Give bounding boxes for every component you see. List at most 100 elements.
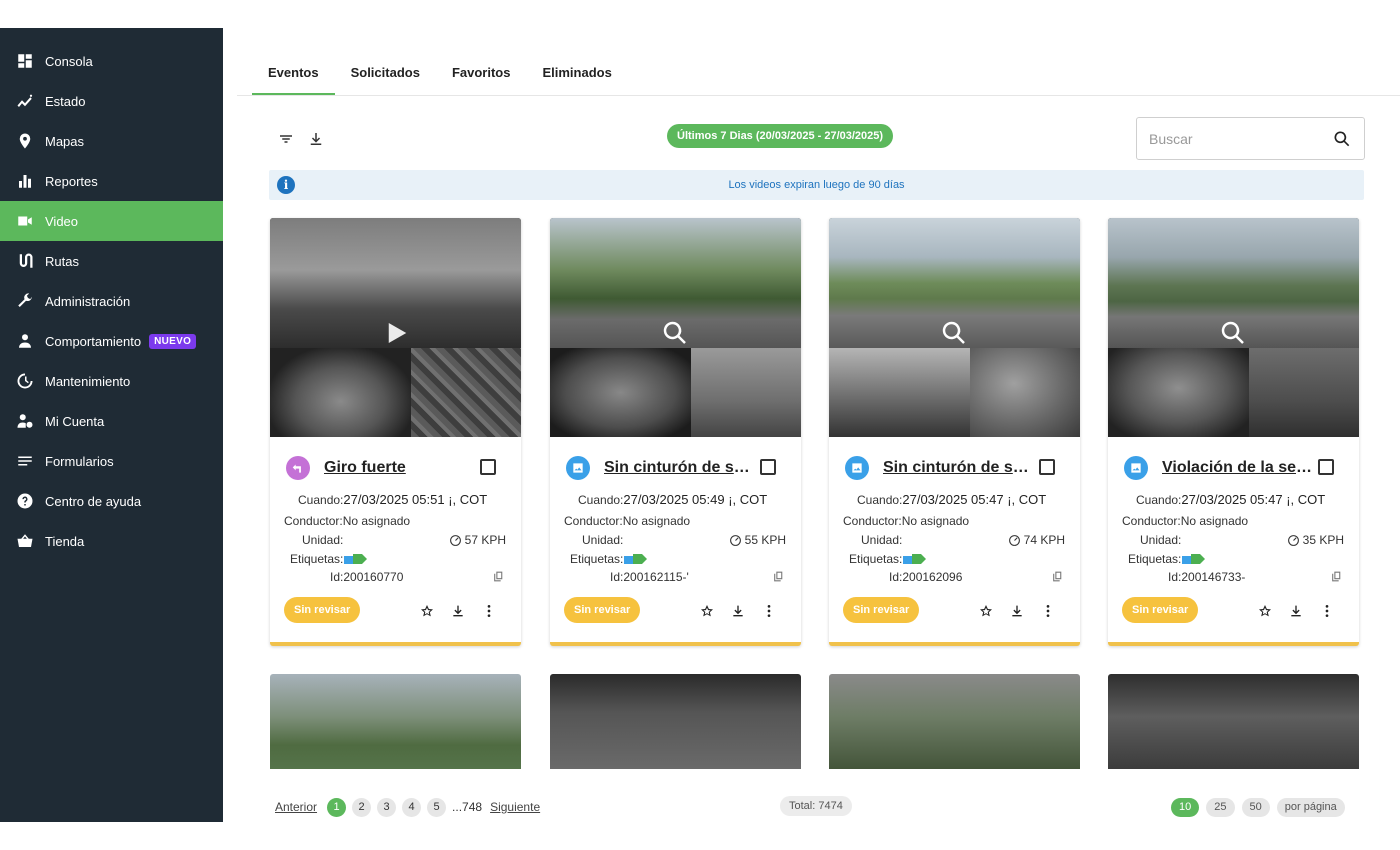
page-button[interactable]: 4 (402, 797, 422, 817)
sidebar-item-administracion[interactable]: Administración (0, 281, 223, 321)
tab-favoritos[interactable]: Favoritos (436, 57, 527, 95)
event-card[interactable]: Sin cinturón de seg... Cuando:27/03/2025… (550, 218, 801, 646)
id-value: 200162115-' (623, 570, 689, 584)
when-value: 27/03/2025 05:51 ¡, COT (343, 492, 488, 507)
status-badge[interactable]: Sin revisar (564, 597, 641, 623)
sidebar-item-centro-de-ayuda[interactable]: Centro de ayuda (0, 481, 223, 521)
sidebar-item-tienda[interactable]: Tienda (0, 521, 223, 561)
copy-icon[interactable] (1330, 570, 1344, 584)
event-card[interactable]: Sin cinturón de seg... Cuando:27/03/2025… (829, 218, 1080, 646)
copy-icon[interactable] (1051, 570, 1065, 584)
zoom-icon[interactable] (1218, 318, 1248, 348)
search-box (1136, 117, 1365, 160)
event-thumbnail[interactable] (1108, 218, 1359, 437)
sidebar-item-label: Estado (45, 93, 86, 109)
tags-icon (344, 554, 368, 564)
speed-value: 74 KPH (1023, 533, 1065, 547)
sidebar-item-rutas[interactable]: Rutas (0, 241, 223, 281)
bar-chart-icon (15, 171, 35, 191)
search-icon[interactable] (1332, 129, 1352, 149)
event-thumbnail[interactable] (270, 674, 521, 769)
event-thumbnail[interactable] (829, 218, 1080, 437)
download-icon[interactable] (450, 603, 466, 619)
id-label: Id: (610, 570, 624, 584)
date-range-chip[interactable]: Últimos 7 Dias (20/03/2025 - 27/03/2025) (667, 124, 894, 148)
sidebar-item-mapas[interactable]: Mapas (0, 121, 223, 161)
status-badge[interactable]: Sin revisar (1122, 597, 1199, 623)
tab-eventos[interactable]: Eventos (252, 57, 335, 95)
tab-eliminados[interactable]: Eliminados (526, 57, 627, 95)
event-card[interactable]: Giro fuerte Cuando:27/03/2025 05:51 ¡, C… (270, 218, 521, 646)
download-icon[interactable] (730, 603, 746, 619)
star-icon[interactable] (699, 603, 715, 619)
more-options-icon[interactable] (1040, 603, 1056, 619)
event-title[interactable]: Sin cinturón de seg... (883, 459, 1033, 477)
star-icon[interactable] (419, 603, 435, 619)
account-settings-icon (15, 411, 35, 431)
when-label: Cuando: (578, 493, 624, 507)
event-thumbnail[interactable] (550, 218, 801, 437)
select-checkbox[interactable] (1318, 459, 1334, 475)
event-thumbnail[interactable] (1108, 674, 1359, 769)
tab-solicitados[interactable]: Solicitados (335, 57, 436, 95)
id-value: 200162096 (902, 570, 963, 584)
page-button[interactable]: 1 (327, 797, 347, 817)
download-icon[interactable] (1009, 603, 1025, 619)
driver-label: Conductor: (843, 514, 902, 528)
main-content: Eventos Solicitados Favoritos Eliminados… (237, 37, 1400, 822)
play-icon[interactable] (380, 318, 410, 348)
filter-icon[interactable] (276, 129, 296, 149)
sidebar-item-consola[interactable]: Consola (0, 41, 223, 81)
per-page-label: por página (1276, 797, 1345, 817)
sidebar-item-formularios[interactable]: Formularios (0, 441, 223, 481)
copy-icon[interactable] (492, 570, 506, 584)
more-options-icon[interactable] (1319, 603, 1335, 619)
sidebar-item-label: Administración (45, 293, 131, 309)
sidebar-item-label: Consola (45, 53, 93, 69)
more-options-icon[interactable] (481, 603, 497, 619)
page-size-option[interactable]: 50 (1241, 797, 1270, 817)
page-button[interactable]: 3 (377, 797, 397, 817)
driver-value: No asignado (901, 514, 970, 528)
event-title[interactable]: Violación de la señ... (1162, 459, 1312, 477)
sidebar-item-label: Mantenimiento (45, 373, 131, 389)
event-title[interactable]: Giro fuerte (324, 459, 474, 477)
sidebar-item-video[interactable]: Video (0, 201, 223, 241)
page-size-option[interactable]: 25 (1206, 797, 1235, 817)
event-thumbnail[interactable] (270, 218, 521, 437)
download-icon[interactable] (1288, 603, 1304, 619)
tags-icon (624, 554, 648, 564)
zoom-icon[interactable] (660, 318, 690, 348)
page-button[interactable]: 2 (352, 797, 372, 817)
search-input[interactable] (1149, 130, 1319, 147)
select-checkbox[interactable] (480, 459, 496, 475)
download-icon[interactable] (306, 129, 326, 149)
sidebar-item-mi-cuenta[interactable]: Mi Cuenta (0, 401, 223, 441)
event-thumbnail[interactable] (829, 674, 1080, 769)
sidebar: Consola Estado Mapas Reportes Video Ruta… (0, 28, 223, 822)
sidebar-item-estado[interactable]: Estado (0, 81, 223, 121)
select-checkbox[interactable] (760, 459, 776, 475)
star-icon[interactable] (978, 603, 994, 619)
status-badge[interactable]: Sin revisar (843, 597, 920, 623)
sidebar-item-mantenimiento[interactable]: Mantenimiento (0, 361, 223, 401)
previous-page-link[interactable]: Anterior (275, 800, 317, 814)
last-page-button[interactable]: 748 (462, 800, 482, 814)
event-title[interactable]: Sin cinturón de seg... (604, 459, 754, 477)
event-card[interactable]: Violación de la señ... Cuando:27/03/2025… (1108, 218, 1359, 646)
speed-value: 55 KPH (744, 533, 786, 547)
event-thumbnail[interactable] (550, 674, 801, 769)
more-options-icon[interactable] (761, 603, 777, 619)
zoom-icon[interactable] (939, 318, 969, 348)
page-button[interactable]: 5 (427, 797, 447, 817)
status-badge[interactable]: Sin revisar (284, 597, 361, 623)
sidebar-item-comportamiento[interactable]: Comportamiento NUEVO (0, 321, 223, 361)
image-icon (845, 456, 869, 480)
sidebar-item-reportes[interactable]: Reportes (0, 161, 223, 201)
copy-icon[interactable] (772, 570, 786, 584)
next-page-link[interactable]: Siguiente (490, 800, 540, 814)
unit-label: Unidad: (302, 533, 344, 547)
select-checkbox[interactable] (1039, 459, 1055, 475)
star-icon[interactable] (1257, 603, 1273, 619)
page-size-option[interactable]: 10 (1171, 797, 1200, 817)
